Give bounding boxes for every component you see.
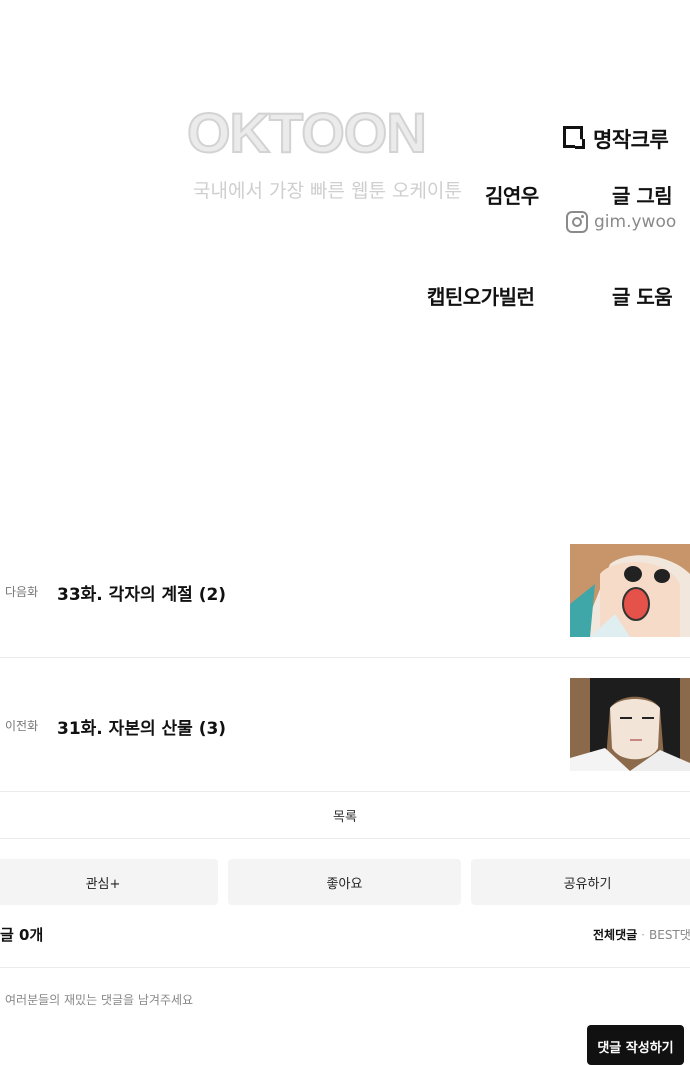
crew-name: 명작크루 — [593, 128, 669, 152]
watermark-logo: OKTOON — [186, 101, 428, 164]
comment-count: 글 0개 — [0, 926, 44, 944]
art-role: 글 그림 — [612, 184, 673, 208]
prev-episode-link[interactable]: 이전화 31화. 자본의 산물 (3) — [0, 657, 690, 792]
comment-tabs: 전체댓글 · BEST댓 — [593, 926, 690, 943]
next-episode-title: 33화. 각자의 계절 (2) — [57, 585, 227, 605]
share-button[interactable]: 공유하기 — [471, 859, 690, 905]
next-episode-link[interactable]: 다음화 33화. 각자의 계절 (2) — [0, 523, 690, 658]
instagram-link[interactable]: gim.ywoo — [566, 211, 676, 233]
episode-list-button[interactable]: 목록 — [0, 792, 690, 839]
prev-episode-kind: 이전화 — [5, 719, 39, 733]
tab-separator: · — [641, 928, 645, 942]
next-episode-thumbnail — [570, 544, 690, 637]
tab-all-comments[interactable]: 전체댓글 — [593, 928, 637, 942]
instagram-icon — [566, 211, 588, 233]
instagram-handle: gim.ywoo — [594, 212, 677, 232]
like-button[interactable]: 좋아요 — [228, 859, 461, 905]
comment-divider — [0, 967, 690, 968]
watermark-tagline: 국내에서 가장 빠른 웹툰 오케이툰 — [193, 180, 462, 202]
prev-episode-thumbnail — [570, 678, 690, 771]
subscribe-button[interactable]: 관심+ — [0, 859, 218, 905]
crew-logo: 명작크루 — [563, 124, 669, 154]
next-episode-kind: 다음화 — [5, 585, 39, 599]
comment-submit-button[interactable]: 댓글 작성하기 — [587, 1025, 684, 1065]
comment-input[interactable]: 여러분들의 재밌는 댓글을 남겨주세요 — [5, 991, 193, 1008]
art-author: 김연우 — [485, 184, 539, 208]
crew-logo-icon — [563, 126, 587, 152]
prev-episode-title: 31화. 자본의 산물 (3) — [57, 719, 227, 739]
assist-role: 글 도움 — [612, 285, 673, 309]
tab-best-comments[interactable]: BEST댓 — [649, 928, 690, 942]
assist-author: 캡틴오가빌런 — [427, 285, 535, 309]
